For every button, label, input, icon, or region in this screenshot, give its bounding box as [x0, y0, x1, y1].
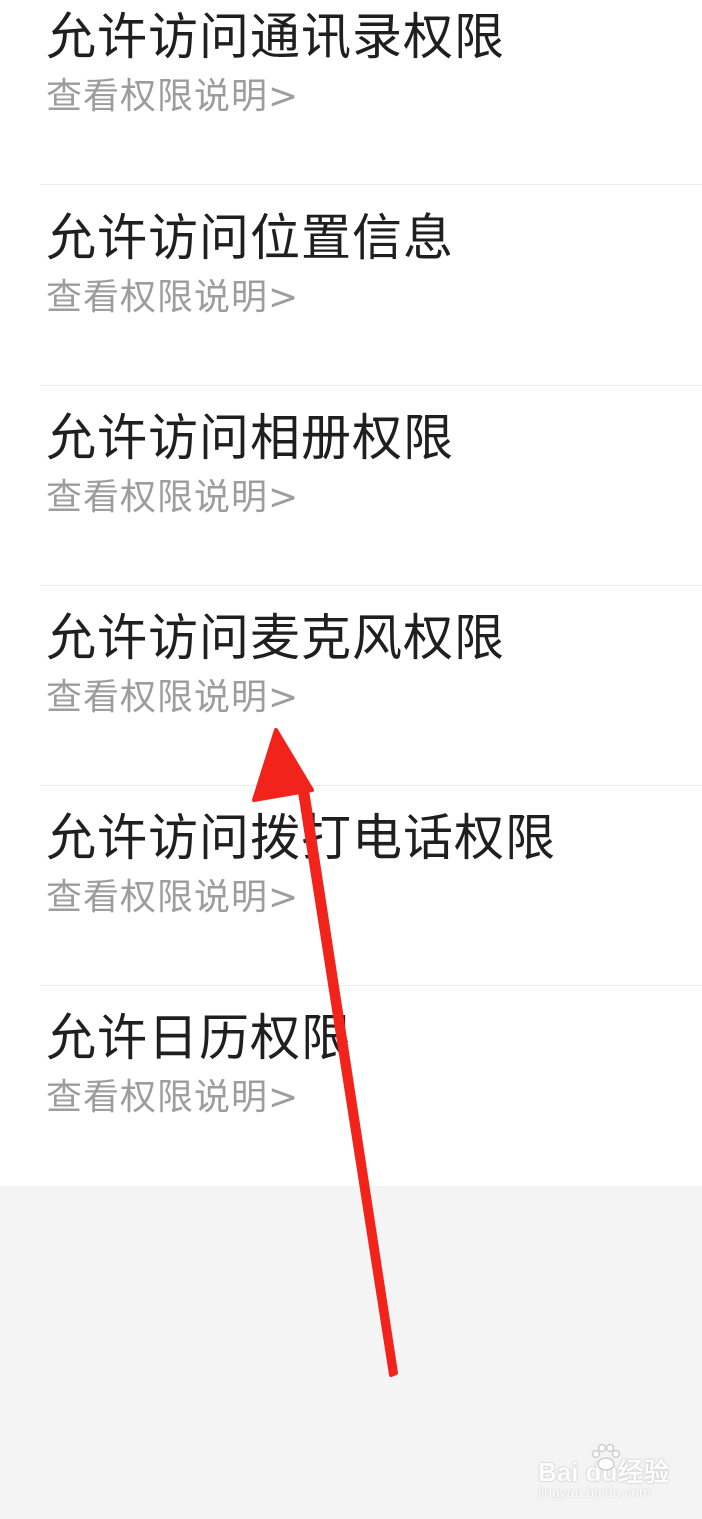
- permission-title: 允许访问通讯录权限: [46, 8, 505, 66]
- permission-title: 允许访问拨打电话权限: [46, 809, 556, 867]
- watermark-url: jingyan.baidu.com: [538, 1484, 651, 1500]
- permission-item-microphone[interactable]: 允许访问麦克风权限 查看权限说明>: [0, 586, 702, 786]
- view-permission-details-link[interactable]: 查看权限说明>: [46, 874, 299, 922]
- permission-list: 允许访问通讯录权限 查看权限说明> 允许访问位置信息 查看权限说明> 允许访问相…: [0, 0, 702, 1186]
- view-permission-details-link[interactable]: 查看权限说明>: [46, 674, 299, 722]
- permission-title: 允许访问位置信息: [46, 209, 454, 267]
- permission-item-photos[interactable]: 允许访问相册权限 查看权限说明>: [0, 386, 702, 586]
- permission-item-calendar[interactable]: 允许日历权限 查看权限说明>: [0, 986, 702, 1186]
- view-permission-details-link[interactable]: 查看权限说明>: [46, 474, 299, 522]
- permission-item-contacts[interactable]: 允许访问通讯录权限 查看权限说明>: [0, 0, 702, 185]
- baidu-paw-icon: [591, 1443, 621, 1471]
- baidu-jingyan-watermark: Bai du经验 jingyan.baidu.com: [536, 1443, 696, 1508]
- view-permission-details-link[interactable]: 查看权限说明>: [46, 274, 299, 322]
- permission-title: 允许日历权限: [46, 1009, 352, 1067]
- permission-title: 允许访问麦克风权限: [46, 609, 505, 667]
- divider: [40, 184, 702, 185]
- permission-item-location[interactable]: 允许访问位置信息 查看权限说明>: [0, 186, 702, 386]
- view-permission-details-link[interactable]: 查看权限说明>: [46, 73, 299, 121]
- permission-item-phone-call[interactable]: 允许访问拨打电话权限 查看权限说明>: [0, 786, 702, 986]
- view-permission-details-link[interactable]: 查看权限说明>: [46, 1074, 299, 1122]
- permission-title: 允许访问相册权限: [46, 409, 454, 467]
